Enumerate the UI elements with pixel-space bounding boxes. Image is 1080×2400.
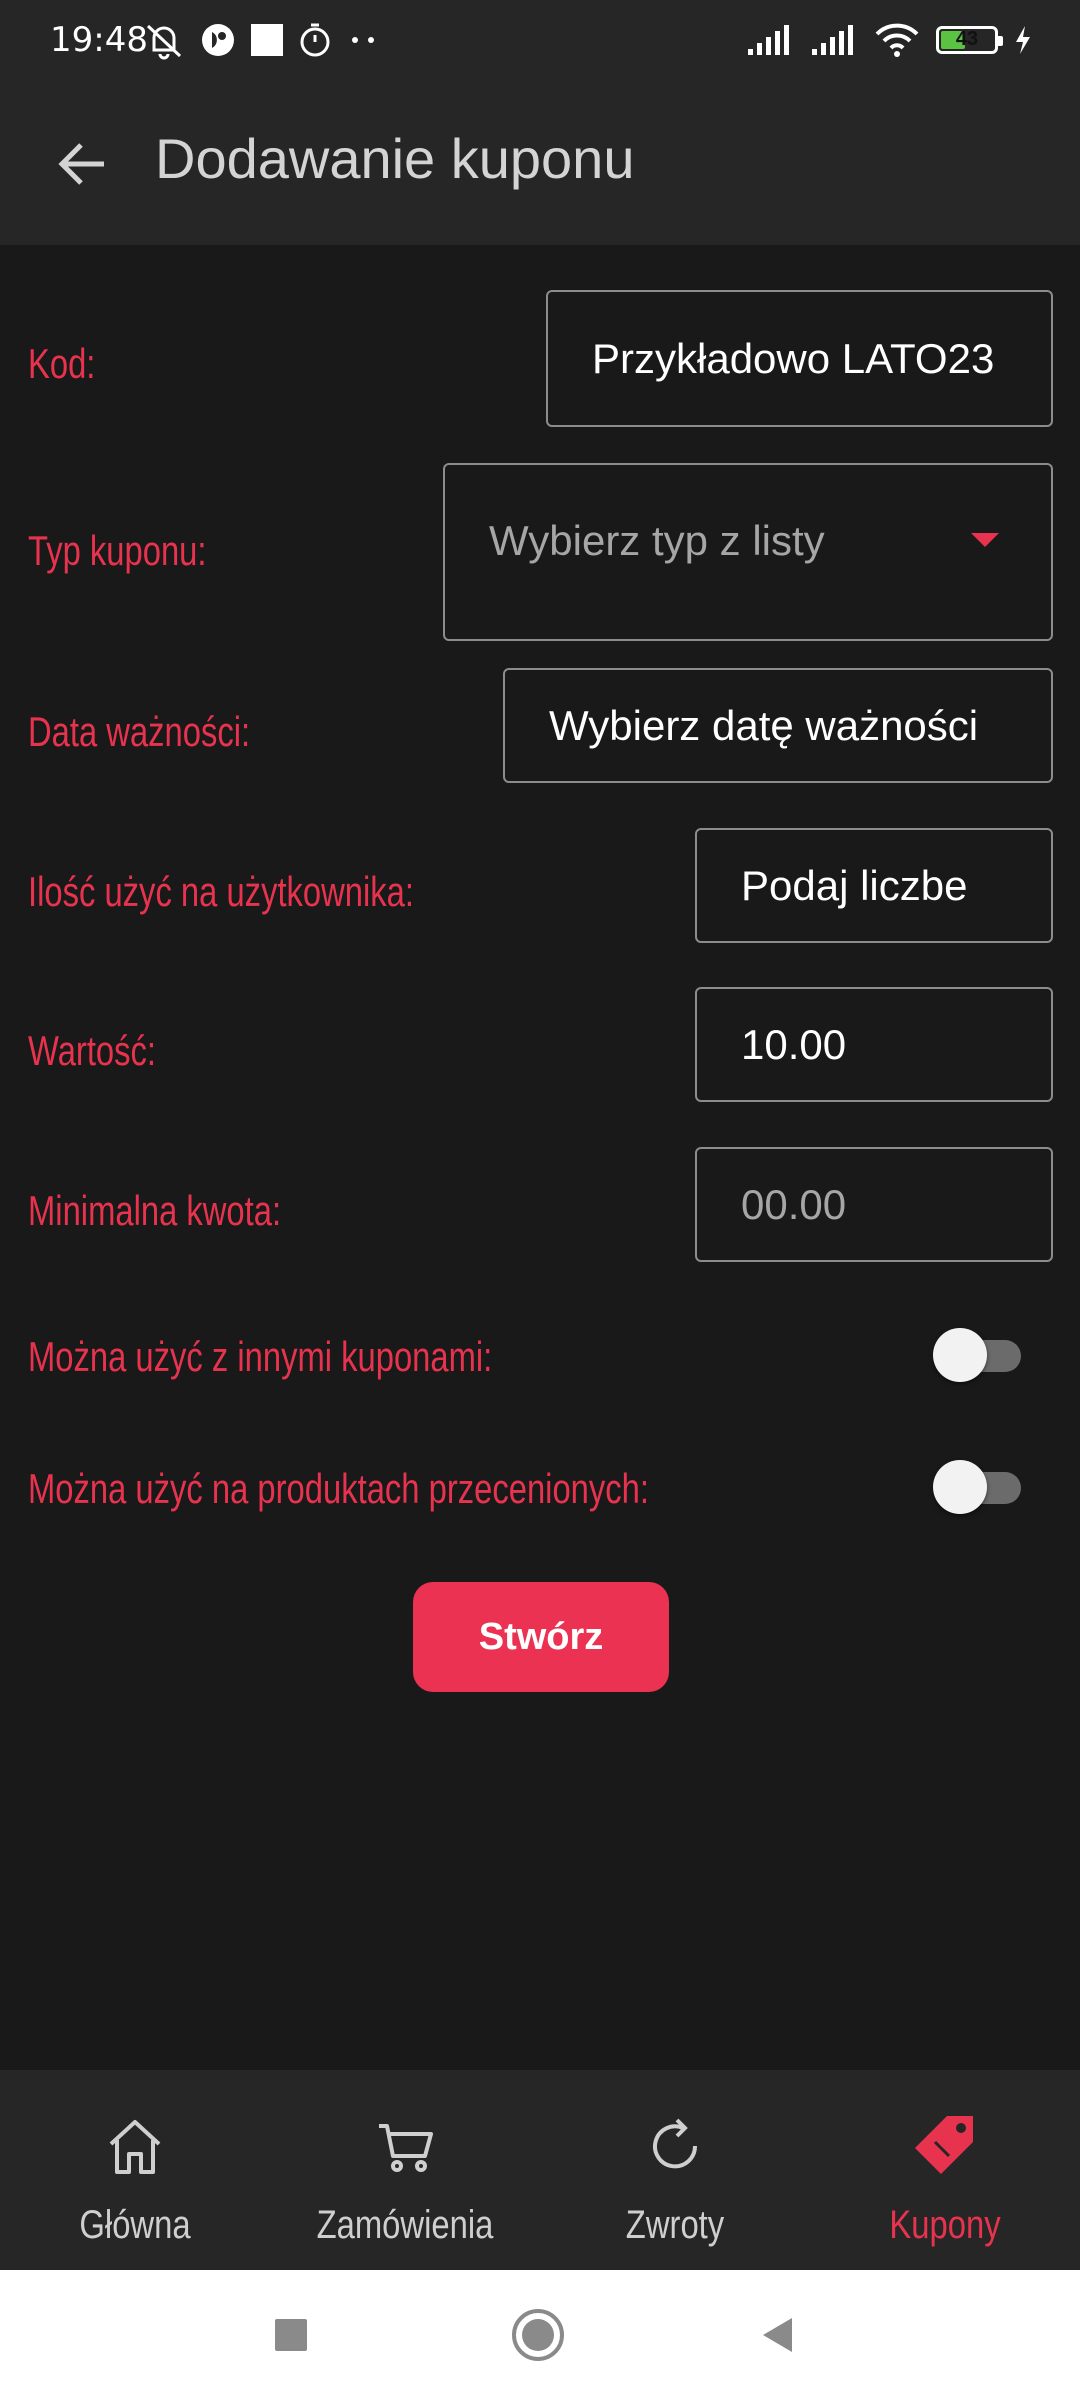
create-button-label: Stwórz xyxy=(478,1615,604,1658)
uses-per-user-text: Podaj liczbe xyxy=(741,861,968,909)
home-button[interactable] xyxy=(503,2300,573,2370)
back-button[interactable] xyxy=(40,122,124,206)
refresh-icon xyxy=(653,2118,698,2169)
triangle-back-icon xyxy=(763,2318,792,2352)
code-input-text: Przykładowo LATO23 xyxy=(592,334,995,382)
signal-icon xyxy=(748,25,789,55)
nav-label-home: Główna xyxy=(79,2203,191,2247)
page-title: Dodawanie kuponu xyxy=(155,127,635,190)
value-input[interactable]: 10.00 xyxy=(695,987,1053,1102)
nav-item-returns[interactable]: Zwroty xyxy=(540,2070,810,2270)
more-dots-icon xyxy=(352,37,374,43)
status-time: 19:48 xyxy=(50,20,148,60)
battery-level: 43 xyxy=(955,28,979,50)
muted-bell-icon xyxy=(146,24,182,60)
code-input[interactable]: Przykładowo LATO23 xyxy=(546,290,1053,427)
min-amount-text: 00.00 xyxy=(741,1180,847,1228)
expiry-date-text: Wybierz datę ważności xyxy=(549,701,979,749)
min-amount-label: Minimalna kwota: xyxy=(28,1187,282,1234)
toggle-thumb xyxy=(933,1460,987,1514)
value-label: Wartość: xyxy=(28,1027,157,1074)
tag-icon xyxy=(915,2116,973,2174)
stopwatch-icon xyxy=(300,23,330,57)
nav-label-coupons: Kupony xyxy=(889,2203,1001,2247)
min-amount-input[interactable]: 00.00 xyxy=(695,1147,1053,1262)
discounted-products-label: Można użyć na produktach przecenionych: xyxy=(28,1465,649,1512)
value-input-text: 10.00 xyxy=(741,1020,847,1068)
nav-item-home[interactable]: Główna xyxy=(0,2070,270,2270)
uses-per-user-input[interactable]: Podaj liczbe xyxy=(695,828,1053,943)
bottom-navigation: Główna Zamówienia Zwroty Kupony xyxy=(0,2070,1080,2270)
square-notification-icon xyxy=(251,24,283,56)
arrow-left-icon xyxy=(58,143,104,185)
coupon-type-dropdown[interactable]: Wybierz typ z listy xyxy=(443,463,1053,641)
wifi-icon xyxy=(875,23,919,57)
nav-label-returns: Zwroty xyxy=(625,2203,725,2247)
uses-per-user-label: Ilość użyć na użytkownika: xyxy=(28,868,415,915)
coupon-type-label: Typ kuponu: xyxy=(28,527,207,574)
toggle-thumb xyxy=(933,1328,987,1382)
caret-down-icon xyxy=(971,533,999,547)
nav-item-orders[interactable]: Zamówienia xyxy=(270,2070,540,2270)
battery-icon: 43 xyxy=(936,26,1003,54)
charging-icon xyxy=(1016,26,1030,54)
cart-icon xyxy=(379,2124,433,2172)
expiry-date-input[interactable]: Wybierz datę ważności xyxy=(503,668,1053,783)
app-bar: Dodawanie kuponu xyxy=(0,80,1080,245)
nav-item-coupons[interactable]: Kupony xyxy=(810,2070,1080,2270)
combine-coupons-label: Można użyć z innymi kuponami: xyxy=(28,1333,493,1380)
app-notification-icon xyxy=(202,24,234,56)
code-label: Kod: xyxy=(28,340,96,387)
back-nav-button[interactable] xyxy=(743,2300,813,2370)
create-button[interactable]: Stwórz xyxy=(413,1582,669,1692)
nav-label-orders: Zamówienia xyxy=(316,2203,494,2247)
system-navigation-bar xyxy=(0,2270,1080,2400)
status-bar: 19:48 43 xyxy=(0,0,1080,80)
home-icon xyxy=(109,2120,161,2174)
coupon-type-value: Wybierz typ z listy xyxy=(489,517,825,564)
combine-coupons-toggle[interactable] xyxy=(933,1325,1023,1385)
circle-icon xyxy=(512,2309,564,2361)
square-icon xyxy=(275,2319,307,2351)
recents-button[interactable] xyxy=(256,2300,326,2370)
signal-icon-2 xyxy=(812,25,853,55)
expiry-date-label: Data ważności: xyxy=(28,708,251,755)
discounted-products-toggle[interactable] xyxy=(933,1457,1023,1517)
